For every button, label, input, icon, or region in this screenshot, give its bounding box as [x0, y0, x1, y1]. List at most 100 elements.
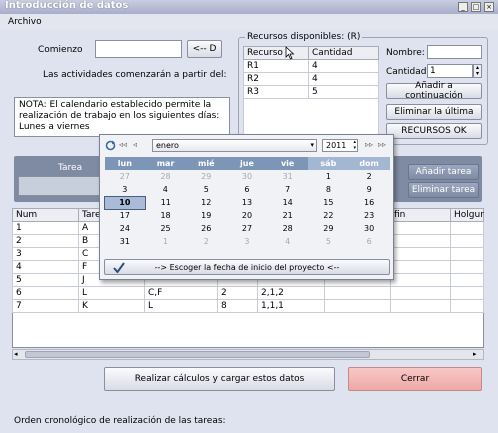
calendar-day[interactable]: 2 — [186, 235, 227, 248]
year-field[interactable]: 2011 ▴ ▾ — [322, 139, 358, 152]
table-row[interactable]: R2 4 — [243, 72, 379, 86]
calendar-day[interactable]: 5 — [186, 183, 227, 196]
calendar-day[interactable]: 21 — [267, 209, 308, 222]
cell[interactable]: 5 — [12, 273, 79, 287]
cell[interactable]: 1 — [12, 221, 79, 235]
cell[interactable] — [450, 273, 484, 287]
calendar-day[interactable]: 3 — [105, 183, 146, 196]
add-resource-button[interactable]: Añadir a continuación — [386, 81, 482, 101]
calendar-day[interactable]: 19 — [186, 209, 227, 222]
cell[interactable] — [324, 286, 391, 300]
calendar-day[interactable]: 11 — [145, 196, 186, 209]
add-task-button[interactable]: Añadir tarea — [408, 164, 479, 180]
calendar-day[interactable]: 20 — [227, 209, 268, 222]
delete-resource-button[interactable]: Eliminar la última — [386, 104, 482, 120]
column-header-recurso[interactable]: Recurso — [243, 46, 309, 60]
cell[interactable] — [450, 286, 484, 300]
cell[interactable] — [390, 286, 451, 300]
calendar-day[interactable]: 30 — [227, 170, 268, 183]
scroll-right-icon[interactable]: ▸ — [473, 350, 477, 358]
cell[interactable] — [450, 234, 484, 248]
cell[interactable]: 4 — [308, 72, 379, 86]
cell[interactable] — [450, 221, 484, 235]
cell[interactable] — [390, 260, 451, 274]
cell[interactable] — [390, 273, 451, 287]
cell[interactable]: 1,1,1 — [257, 299, 325, 313]
table-row[interactable]: 7 K L 8 1,1,1 — [12, 299, 484, 313]
calendar-day[interactable]: 15 — [308, 196, 349, 209]
cell[interactable]: 3 — [12, 247, 79, 261]
calendar-day[interactable]: 29 — [186, 170, 227, 183]
calendar-day[interactable]: 27 — [227, 222, 268, 235]
spinner-down-icon[interactable]: ▾ — [474, 71, 481, 77]
minimize-button[interactable]: _ — [458, 2, 468, 12]
cell[interactable]: 5 — [308, 85, 379, 99]
resources-ok-button[interactable]: RECURSOS OK — [386, 123, 482, 139]
calendar-day[interactable]: 18 — [145, 209, 186, 222]
column-header-fin[interactable]: fin — [390, 208, 451, 222]
cell[interactable]: K — [78, 299, 145, 313]
cell[interactable]: 4 — [308, 59, 379, 73]
calculate-button[interactable]: Realizar cálculos y cargar estos datos — [104, 367, 335, 391]
cantidad-field[interactable] — [427, 64, 473, 78]
calendar-day[interactable]: 28 — [145, 170, 186, 183]
calendar-day[interactable]: 27 — [105, 170, 146, 183]
cell[interactable] — [390, 247, 451, 261]
calendar-day-selected[interactable]: 10 — [104, 195, 146, 210]
calendar-day[interactable]: 26 — [186, 222, 227, 235]
calendar-day[interactable]: 9 — [349, 183, 390, 196]
menu-archivo[interactable]: Archivo — [8, 17, 42, 27]
calendar-day[interactable]: 28 — [267, 222, 308, 235]
refresh-icon[interactable] — [105, 140, 116, 151]
nombre-field[interactable] — [427, 45, 482, 59]
close-button[interactable]: Cerrar — [348, 367, 482, 391]
calendar-day[interactable]: 30 — [349, 222, 390, 235]
cell[interactable]: R2 — [243, 72, 309, 86]
comienzo-date-button[interactable]: <-- D — [187, 40, 222, 58]
table-row[interactable]: 6 L C,F 2 2,1,2 — [12, 286, 484, 300]
cell[interactable]: 2 — [12, 234, 79, 248]
cantidad-spinner[interactable]: ▴ ▾ — [473, 64, 482, 78]
calendar-day[interactable]: 17 — [105, 209, 146, 222]
calendar-day[interactable]: 23 — [349, 209, 390, 222]
table-row[interactable]: R3 5 — [243, 85, 379, 99]
cell[interactable]: 7 — [12, 299, 79, 313]
cell[interactable]: R1 — [243, 59, 309, 73]
previous-year-icon[interactable]: ◃◃ — [119, 140, 127, 149]
maximize-button[interactable]: □ — [471, 2, 481, 12]
column-header-num[interactable]: Num — [12, 208, 79, 222]
horizontal-scrollbar[interactable]: ◂ ▸ — [12, 349, 484, 360]
table-row[interactable]: R1 4 — [243, 59, 379, 73]
calendar-day[interactable]: 31 — [267, 170, 308, 183]
column-header-cantidad[interactable]: Cantidad — [308, 46, 379, 60]
calendar-day[interactable]: 7 — [267, 183, 308, 196]
calendar-day[interactable]: 2 — [349, 170, 390, 183]
choose-start-date-button[interactable]: --> Escoger la fecha de inicio del proye… — [104, 259, 390, 275]
year-spinner-icon[interactable]: ▴ ▾ — [353, 139, 356, 151]
calendar-day[interactable]: 25 — [145, 222, 186, 235]
cell[interactable] — [390, 299, 451, 313]
next-year-icon[interactable]: ▹▹ — [378, 140, 386, 149]
comienzo-field[interactable] — [95, 40, 182, 58]
cell[interactable]: 2,1,2 — [257, 286, 325, 300]
cell[interactable]: C,F — [144, 286, 218, 300]
cell[interactable] — [390, 221, 451, 235]
cell[interactable] — [450, 260, 484, 274]
calendar-day[interactable]: 16 — [349, 196, 390, 209]
calendar-day[interactable]: 22 — [308, 209, 349, 222]
calendar-day[interactable]: 8 — [308, 183, 349, 196]
cell[interactable] — [450, 247, 484, 261]
calendar-day[interactable]: 5 — [308, 235, 349, 248]
calendar-day[interactable]: 24 — [105, 222, 146, 235]
calendar-day[interactable]: 31 — [105, 235, 146, 248]
calendar-day[interactable]: 29 — [308, 222, 349, 235]
cell[interactable]: R3 — [243, 85, 309, 99]
calendar-day[interactable]: 12 — [186, 196, 227, 209]
next-month-icon[interactable]: ▹▹ — [365, 140, 373, 149]
calendar-day[interactable]: 14 — [267, 196, 308, 209]
cell[interactable] — [324, 299, 391, 313]
cell[interactable]: L — [144, 299, 218, 313]
delete-task-button[interactable]: Eliminar tarea — [408, 182, 479, 198]
previous-month-icon[interactable]: ◃ — [133, 140, 137, 149]
calendar-day[interactable]: 6 — [349, 235, 390, 248]
